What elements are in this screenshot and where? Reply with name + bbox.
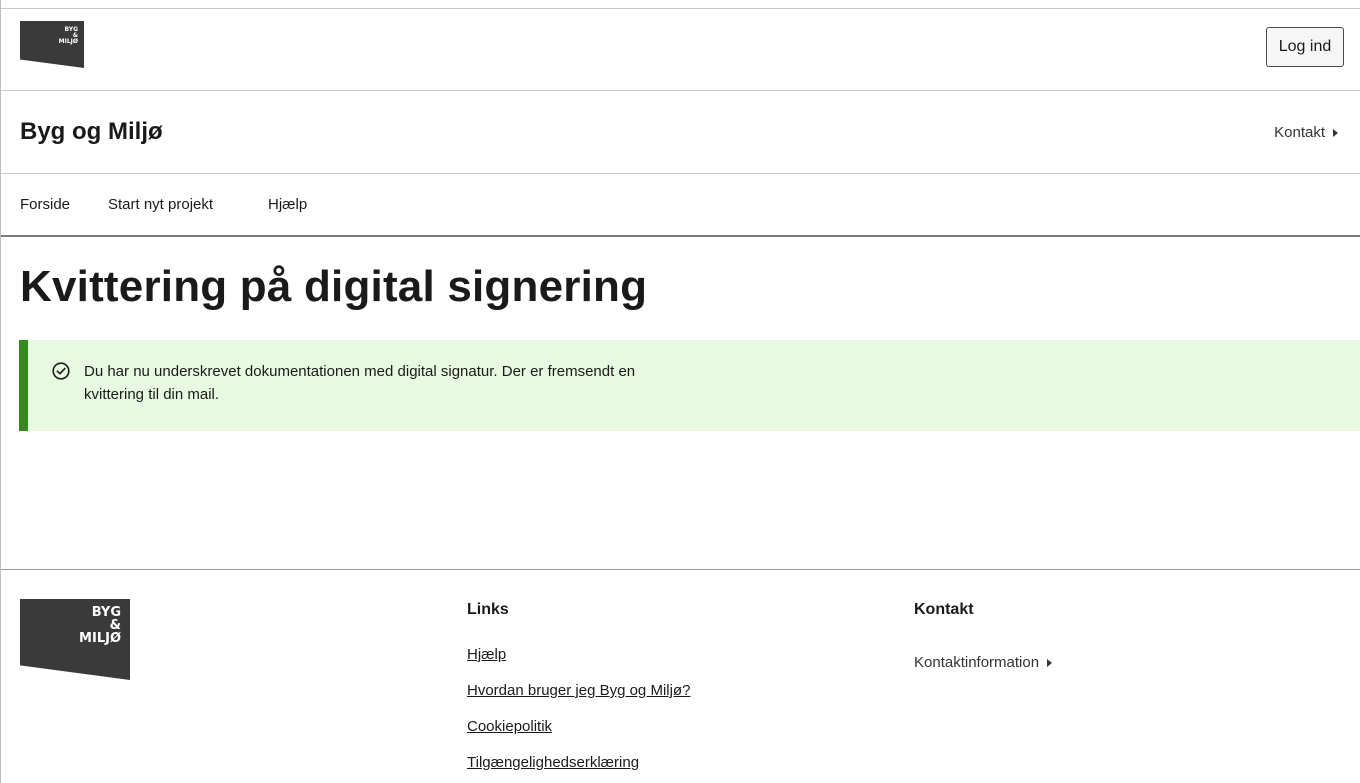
footer-logo: BYG & MILJØ [20,599,130,680]
page: BYG & MILJØ Log ind Byg og Miljø Kontakt… [0,0,1360,783]
caret-right-icon [1333,129,1338,138]
footer-links-list: Hjælp Hvordan bruger jeg Byg og Miljø? C… [467,646,690,783]
footer: BYG & MILJØ Links Hjælp Hvordan bruger j… [1,569,1360,783]
footer-logo-text: BYG & MILJØ [79,605,121,646]
footer-link-tilgaengelighed[interactable]: Tilgængelighedserklæring [467,754,639,771]
alert-message: Du har nu underskrevet dokumentationen m… [84,360,824,406]
list-item: Hjælp [467,646,690,682]
alert-message-line: Du har nu underskrevet dokumentationen m… [84,363,636,380]
list-item: Hvordan bruger jeg Byg og Miljø? [467,682,690,718]
logo-text: BYG & MILJØ [58,26,78,45]
check-circle-icon [52,362,70,380]
footer-link-cookiepolitik[interactable]: Cookiepolitik [467,718,552,735]
alert-message-line: kvittering til din mail. [84,386,220,403]
top-bar: BYG & MILJØ Log ind [1,8,1360,91]
nav-item-start-nyt-projekt[interactable]: Start nyt projekt [108,196,213,213]
footer-contact-label: Kontaktinformation [914,654,1040,671]
nav-item-hjaelp[interactable]: Hjælp [268,196,307,213]
footer-link-hvordan-bruger[interactable]: Hvordan bruger jeg Byg og Miljø? [467,682,690,699]
contact-link[interactable]: Kontakt [1274,124,1338,141]
footer-links-heading: Links [467,601,509,618]
list-item: Cookiepolitik [467,718,690,754]
footer-link-hjaelp[interactable]: Hjælp [467,646,506,663]
footer-contact-link[interactable]: Kontaktinformation [914,654,1053,671]
success-alert: Du har nu underskrevet dokumentationen m… [19,340,1360,431]
footer-contact-heading: Kontakt [914,601,974,618]
contact-link-label: Kontakt [1274,124,1325,141]
list-item: Tilgængelighedserklæring [467,754,690,783]
caret-right-icon [1047,659,1053,668]
site-title[interactable]: Byg og Miljø [20,118,163,146]
logo[interactable]: BYG & MILJØ [20,21,84,68]
page-title: Kvittering på digital signering [20,262,648,311]
login-button[interactable]: Log ind [1266,27,1344,67]
main-nav: Forside Start nyt projekt Hjælp [1,174,1360,237]
site-header: Byg og Miljø Kontakt [1,91,1360,174]
nav-item-forside[interactable]: Forside [20,196,70,213]
